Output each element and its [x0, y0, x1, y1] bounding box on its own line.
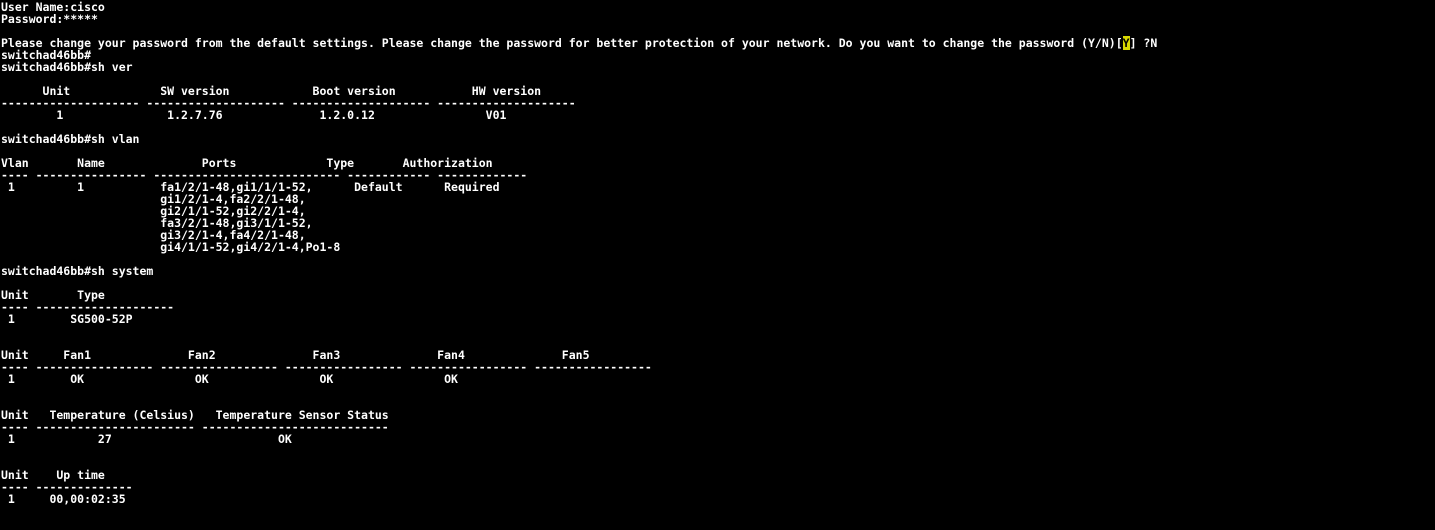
password-change-prompt: Please change your password from the def…: [1, 36, 1435, 50]
terminal-line: 1 27 OK: [1, 432, 292, 446]
terminal-line: User Name:cisco: [1, 0, 105, 14]
terminal-line: ---- --------------: [1, 480, 133, 494]
terminal-line: switchad46bb#sh vlan: [1, 132, 140, 146]
terminal-line: Unit Up time: [1, 468, 105, 482]
password-prompt-text: Please change your password from the def…: [1, 36, 1123, 50]
terminal-line: Password:*****: [1, 12, 98, 26]
terminal-line: 1 OK OK OK OK: [1, 372, 458, 386]
default-answer-highlight: Y: [1122, 36, 1130, 50]
terminal-line: switchad46bb#sh ver: [1, 60, 133, 74]
terminal-line: ---- --------------------: [1, 300, 175, 314]
terminal-screen[interactable]: User Name:cisco Password:***** Please cha…: [1, 1, 1435, 505]
terminal-line: 1 1.2.7.76 1.2.0.12 V01: [1, 108, 507, 122]
terminal-line: switchad46bb#: [1, 48, 92, 62]
terminal-line: gi4/1/1-52,gi4/2/1-4,Po1-8: [1, 240, 341, 254]
terminal-line: 1 SG500-52P: [1, 312, 133, 326]
terminal-line: switchad46bb#sh system: [1, 264, 154, 278]
terminal-window[interactable]: User Name:cisco Password:***** Please cha…: [0, 0, 1435, 530]
terminal-line: Unit Type: [1, 288, 105, 302]
terminal-line: 1 00,00:02:35: [1, 492, 126, 506]
password-prompt-response: ] ?N: [1129, 36, 1158, 50]
